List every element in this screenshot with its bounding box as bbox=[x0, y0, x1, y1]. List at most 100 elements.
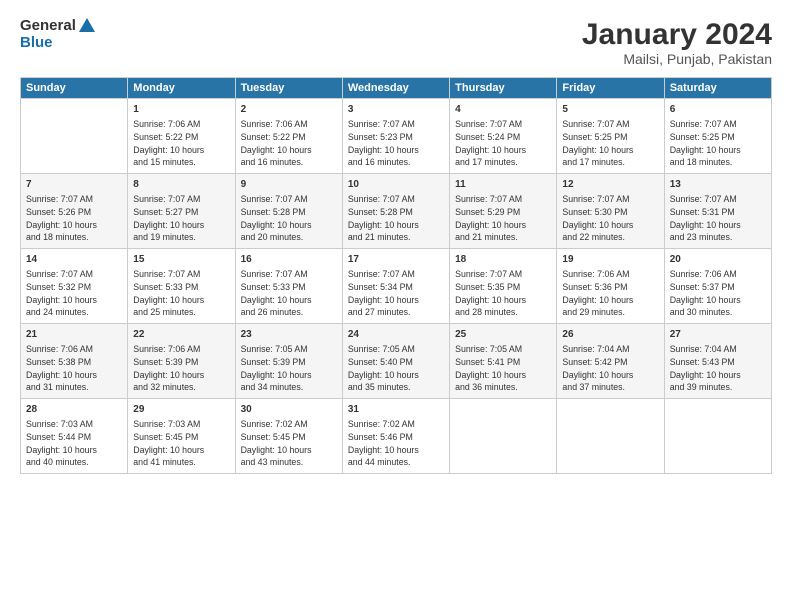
day-number: 10 bbox=[348, 178, 444, 192]
day-number: 8 bbox=[133, 178, 229, 192]
day-number: 14 bbox=[26, 253, 122, 267]
table-row: 6Sunrise: 7:07 AMSunset: 5:25 PMDaylight… bbox=[664, 99, 771, 174]
table-row: 31Sunrise: 7:02 AMSunset: 5:46 PMDayligh… bbox=[342, 399, 449, 474]
week-row-3: 21Sunrise: 7:06 AMSunset: 5:38 PMDayligh… bbox=[21, 324, 772, 399]
day-number: 29 bbox=[133, 403, 229, 417]
day-number: 5 bbox=[562, 103, 658, 117]
day-number: 30 bbox=[241, 403, 337, 417]
table-row: 7Sunrise: 7:07 AMSunset: 5:26 PMDaylight… bbox=[21, 174, 128, 249]
cell-content: Sunrise: 7:05 AMSunset: 5:39 PMDaylight:… bbox=[241, 343, 337, 394]
cell-content: Sunrise: 7:07 AMSunset: 5:31 PMDaylight:… bbox=[670, 193, 766, 244]
day-number: 15 bbox=[133, 253, 229, 267]
cell-content: Sunrise: 7:07 AMSunset: 5:33 PMDaylight:… bbox=[241, 268, 337, 319]
week-row-0: 1Sunrise: 7:06 AMSunset: 5:22 PMDaylight… bbox=[21, 99, 772, 174]
day-number: 3 bbox=[348, 103, 444, 117]
table-row bbox=[664, 399, 771, 474]
cell-content: Sunrise: 7:07 AMSunset: 5:23 PMDaylight:… bbox=[348, 118, 444, 169]
day-number: 23 bbox=[241, 328, 337, 342]
table-row: 19Sunrise: 7:06 AMSunset: 5:36 PMDayligh… bbox=[557, 249, 664, 324]
week-row-4: 28Sunrise: 7:03 AMSunset: 5:44 PMDayligh… bbox=[21, 399, 772, 474]
table-row: 24Sunrise: 7:05 AMSunset: 5:40 PMDayligh… bbox=[342, 324, 449, 399]
table-row: 1Sunrise: 7:06 AMSunset: 5:22 PMDaylight… bbox=[128, 99, 235, 174]
table-row: 4Sunrise: 7:07 AMSunset: 5:24 PMDaylight… bbox=[450, 99, 557, 174]
table-row: 26Sunrise: 7:04 AMSunset: 5:42 PMDayligh… bbox=[557, 324, 664, 399]
header-thursday: Thursday bbox=[450, 78, 557, 99]
day-number: 16 bbox=[241, 253, 337, 267]
cell-content: Sunrise: 7:06 AMSunset: 5:36 PMDaylight:… bbox=[562, 268, 658, 319]
table-row: 23Sunrise: 7:05 AMSunset: 5:39 PMDayligh… bbox=[235, 324, 342, 399]
table-row: 27Sunrise: 7:04 AMSunset: 5:43 PMDayligh… bbox=[664, 324, 771, 399]
cell-content: Sunrise: 7:07 AMSunset: 5:29 PMDaylight:… bbox=[455, 193, 551, 244]
subtitle: Mailsi, Punjab, Pakistan bbox=[582, 51, 772, 67]
header-tuesday: Tuesday bbox=[235, 78, 342, 99]
logo: General Blue bbox=[20, 18, 95, 51]
table-row: 22Sunrise: 7:06 AMSunset: 5:39 PMDayligh… bbox=[128, 324, 235, 399]
table-row: 13Sunrise: 7:07 AMSunset: 5:31 PMDayligh… bbox=[664, 174, 771, 249]
cell-content: Sunrise: 7:07 AMSunset: 5:32 PMDaylight:… bbox=[26, 268, 122, 319]
cell-content: Sunrise: 7:07 AMSunset: 5:25 PMDaylight:… bbox=[670, 118, 766, 169]
cell-content: Sunrise: 7:02 AMSunset: 5:46 PMDaylight:… bbox=[348, 418, 444, 469]
header-sunday: Sunday bbox=[21, 78, 128, 99]
day-number: 21 bbox=[26, 328, 122, 342]
table-row bbox=[21, 99, 128, 174]
table-row: 25Sunrise: 7:05 AMSunset: 5:41 PMDayligh… bbox=[450, 324, 557, 399]
cell-content: Sunrise: 7:07 AMSunset: 5:27 PMDaylight:… bbox=[133, 193, 229, 244]
cell-content: Sunrise: 7:07 AMSunset: 5:35 PMDaylight:… bbox=[455, 268, 551, 319]
cell-content: Sunrise: 7:05 AMSunset: 5:41 PMDaylight:… bbox=[455, 343, 551, 394]
calendar-table: Sunday Monday Tuesday Wednesday Thursday… bbox=[20, 77, 772, 474]
day-number: 19 bbox=[562, 253, 658, 267]
week-row-2: 14Sunrise: 7:07 AMSunset: 5:32 PMDayligh… bbox=[21, 249, 772, 324]
cell-content: Sunrise: 7:06 AMSunset: 5:39 PMDaylight:… bbox=[133, 343, 229, 394]
table-row bbox=[450, 399, 557, 474]
table-row: 17Sunrise: 7:07 AMSunset: 5:34 PMDayligh… bbox=[342, 249, 449, 324]
cell-content: Sunrise: 7:07 AMSunset: 5:26 PMDaylight:… bbox=[26, 193, 122, 244]
cell-content: Sunrise: 7:07 AMSunset: 5:30 PMDaylight:… bbox=[562, 193, 658, 244]
table-row: 11Sunrise: 7:07 AMSunset: 5:29 PMDayligh… bbox=[450, 174, 557, 249]
header-friday: Friday bbox=[557, 78, 664, 99]
cell-content: Sunrise: 7:07 AMSunset: 5:28 PMDaylight:… bbox=[241, 193, 337, 244]
day-number: 11 bbox=[455, 178, 551, 192]
day-number: 13 bbox=[670, 178, 766, 192]
cell-content: Sunrise: 7:05 AMSunset: 5:40 PMDaylight:… bbox=[348, 343, 444, 394]
cell-content: Sunrise: 7:07 AMSunset: 5:28 PMDaylight:… bbox=[348, 193, 444, 244]
day-number: 20 bbox=[670, 253, 766, 267]
day-number: 1 bbox=[133, 103, 229, 117]
day-number: 18 bbox=[455, 253, 551, 267]
day-number: 24 bbox=[348, 328, 444, 342]
day-number: 26 bbox=[562, 328, 658, 342]
table-row: 9Sunrise: 7:07 AMSunset: 5:28 PMDaylight… bbox=[235, 174, 342, 249]
table-row: 28Sunrise: 7:03 AMSunset: 5:44 PMDayligh… bbox=[21, 399, 128, 474]
week-row-1: 7Sunrise: 7:07 AMSunset: 5:26 PMDaylight… bbox=[21, 174, 772, 249]
day-number: 4 bbox=[455, 103, 551, 117]
table-row: 21Sunrise: 7:06 AMSunset: 5:38 PMDayligh… bbox=[21, 324, 128, 399]
cell-content: Sunrise: 7:07 AMSunset: 5:24 PMDaylight:… bbox=[455, 118, 551, 169]
table-row: 12Sunrise: 7:07 AMSunset: 5:30 PMDayligh… bbox=[557, 174, 664, 249]
table-row: 14Sunrise: 7:07 AMSunset: 5:32 PMDayligh… bbox=[21, 249, 128, 324]
header-row: Sunday Monday Tuesday Wednesday Thursday… bbox=[21, 78, 772, 99]
day-number: 17 bbox=[348, 253, 444, 267]
day-number: 27 bbox=[670, 328, 766, 342]
cell-content: Sunrise: 7:06 AMSunset: 5:37 PMDaylight:… bbox=[670, 268, 766, 319]
day-number: 31 bbox=[348, 403, 444, 417]
cell-content: Sunrise: 7:04 AMSunset: 5:42 PMDaylight:… bbox=[562, 343, 658, 394]
table-row: 15Sunrise: 7:07 AMSunset: 5:33 PMDayligh… bbox=[128, 249, 235, 324]
cell-content: Sunrise: 7:03 AMSunset: 5:45 PMDaylight:… bbox=[133, 418, 229, 469]
cell-content: Sunrise: 7:07 AMSunset: 5:33 PMDaylight:… bbox=[133, 268, 229, 319]
page: General Blue January 2024 Mailsi, Punjab… bbox=[0, 0, 792, 612]
day-number: 28 bbox=[26, 403, 122, 417]
table-row: 8Sunrise: 7:07 AMSunset: 5:27 PMDaylight… bbox=[128, 174, 235, 249]
header-wednesday: Wednesday bbox=[342, 78, 449, 99]
cell-content: Sunrise: 7:07 AMSunset: 5:25 PMDaylight:… bbox=[562, 118, 658, 169]
day-number: 22 bbox=[133, 328, 229, 342]
day-number: 6 bbox=[670, 103, 766, 117]
table-row: 20Sunrise: 7:06 AMSunset: 5:37 PMDayligh… bbox=[664, 249, 771, 324]
cell-content: Sunrise: 7:03 AMSunset: 5:44 PMDaylight:… bbox=[26, 418, 122, 469]
cell-content: Sunrise: 7:06 AMSunset: 5:22 PMDaylight:… bbox=[133, 118, 229, 169]
table-row: 29Sunrise: 7:03 AMSunset: 5:45 PMDayligh… bbox=[128, 399, 235, 474]
day-number: 7 bbox=[26, 178, 122, 192]
table-row bbox=[557, 399, 664, 474]
header-monday: Monday bbox=[128, 78, 235, 99]
day-number: 9 bbox=[241, 178, 337, 192]
cell-content: Sunrise: 7:04 AMSunset: 5:43 PMDaylight:… bbox=[670, 343, 766, 394]
table-row: 10Sunrise: 7:07 AMSunset: 5:28 PMDayligh… bbox=[342, 174, 449, 249]
